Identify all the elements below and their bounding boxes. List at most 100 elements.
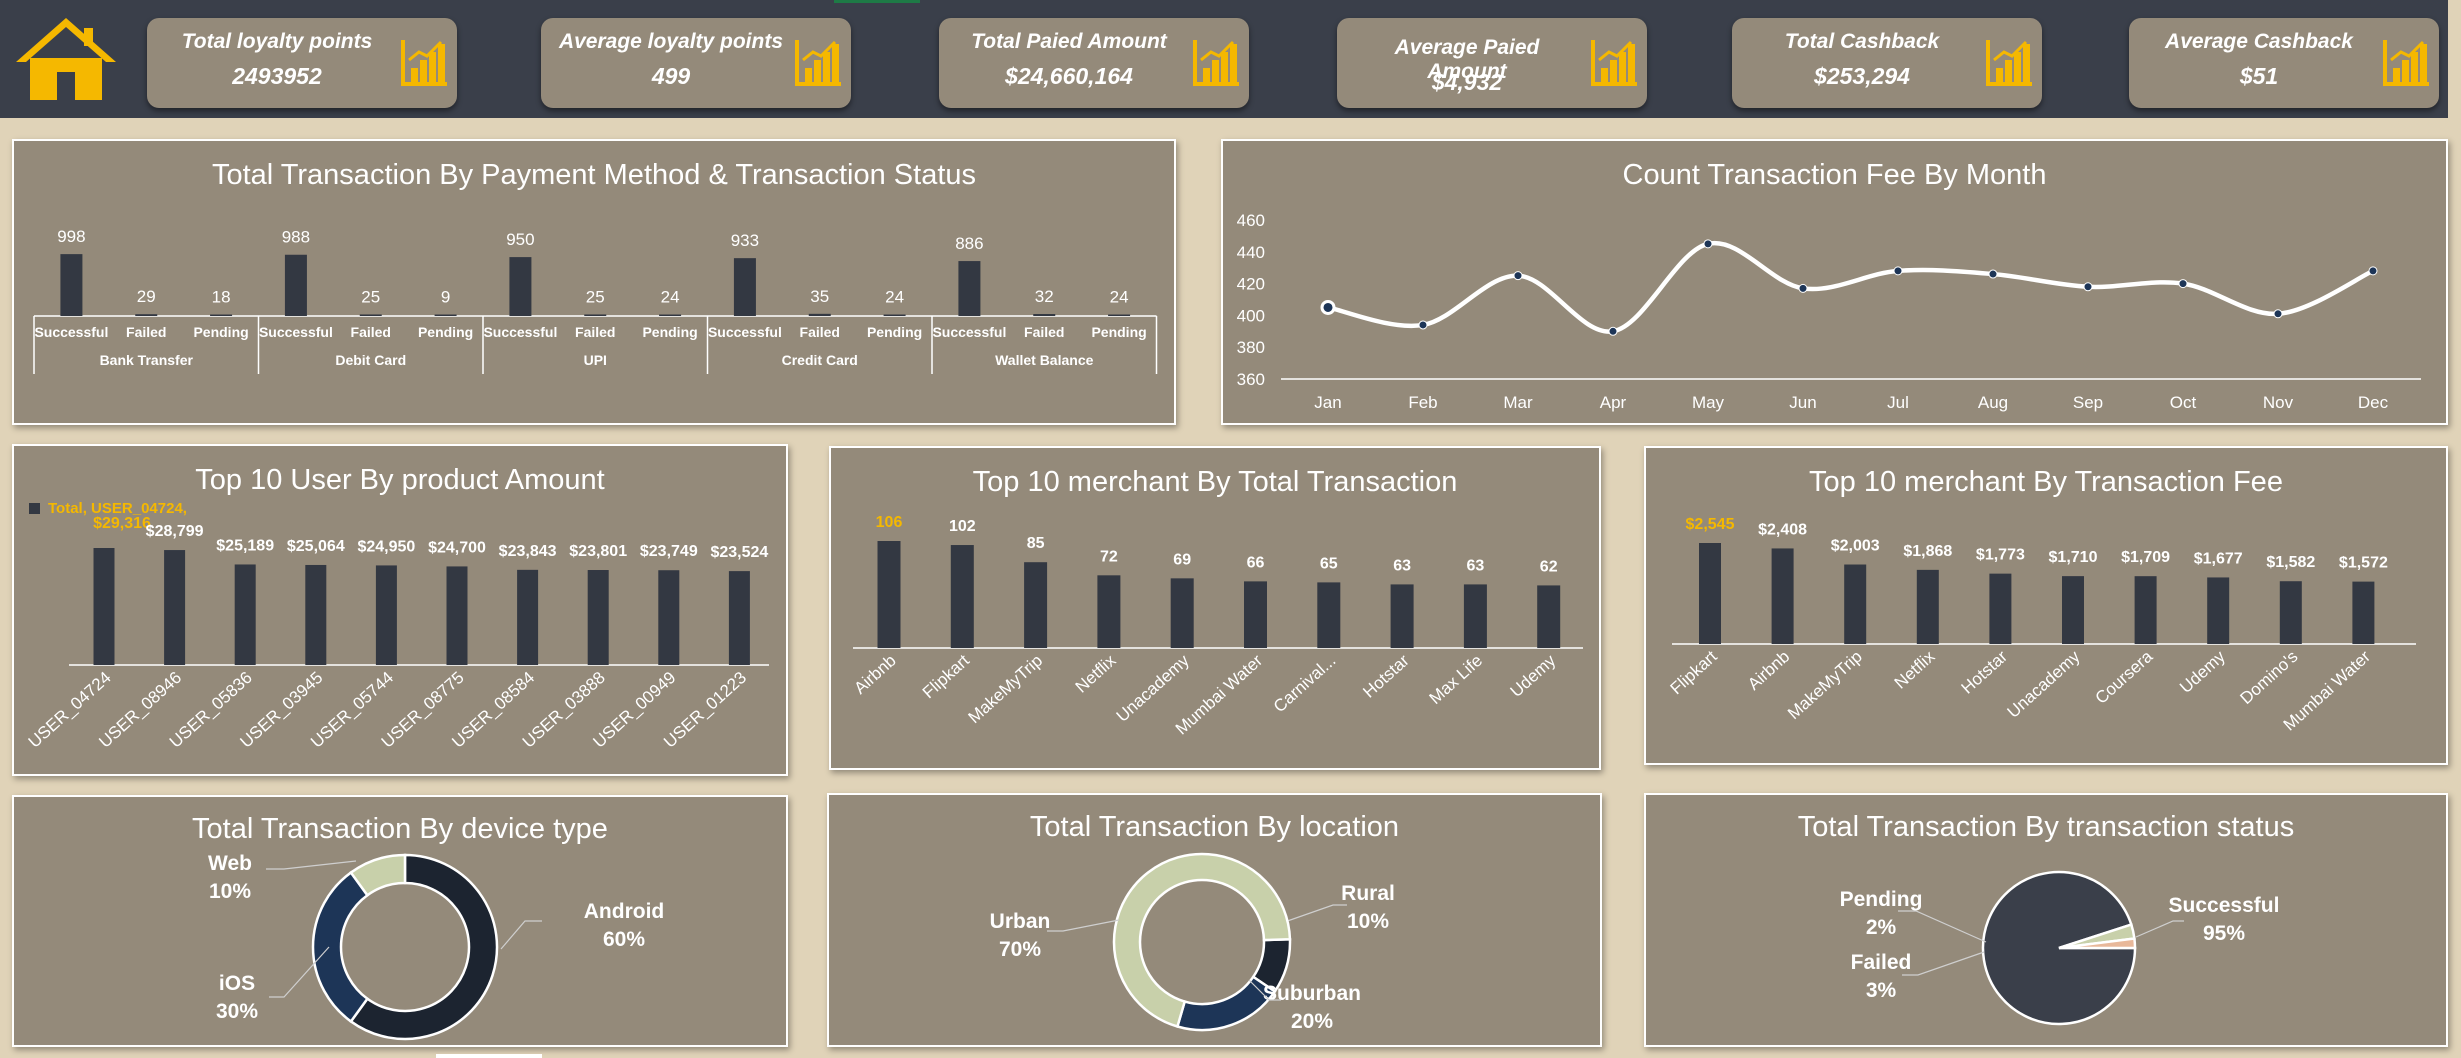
- category-label: Udemy: [2176, 647, 2229, 697]
- slice-name: Rural: [1341, 882, 1395, 905]
- slice-percent: 20%: [1291, 1010, 1333, 1033]
- group-label: Debit Card: [335, 352, 406, 368]
- device-type-chart: Android 60% iOS 30% Web 10%: [208, 852, 664, 1041]
- x-tick-label: Sep: [2073, 393, 2103, 412]
- data-point: [1608, 326, 1618, 336]
- data-point: [1513, 271, 1523, 281]
- x-tick-label: Feb: [1408, 393, 1437, 412]
- bar-chart-icon: [401, 40, 447, 86]
- icon-bar: [420, 60, 427, 82]
- category-label: Unacademy: [1113, 651, 1193, 726]
- top-merchants-panel: Top 10 merchant By Total Transaction 106…: [829, 446, 1601, 770]
- bar-chart-icon: [795, 40, 841, 86]
- kpi-value: $24,660,164: [1005, 63, 1133, 89]
- category-label: Netflix: [1072, 651, 1120, 697]
- icon-bar: [1203, 68, 1210, 82]
- bar: [950, 545, 974, 648]
- category-label: Failed: [1024, 324, 1064, 340]
- bar: [164, 550, 186, 665]
- category-label: Pending: [1091, 324, 1146, 340]
- data-label: 62: [1540, 558, 1558, 575]
- bar: [659, 314, 682, 316]
- icon-trend: [802, 40, 837, 62]
- bar: [587, 570, 609, 665]
- category-label: Airbnb: [850, 651, 899, 698]
- group-label: UPI: [584, 352, 607, 368]
- bar: [509, 257, 532, 316]
- data-label: 106: [876, 514, 903, 531]
- bar: [728, 571, 750, 665]
- icon-bar: [2402, 60, 2409, 82]
- x-tick-label: Oct: [2170, 393, 2197, 412]
- home-icon[interactable]: [14, 14, 118, 104]
- selection-indicator: [834, 0, 920, 3]
- bar: [60, 254, 83, 316]
- leader-line: [1047, 919, 1120, 932]
- slice-name: Android: [584, 900, 664, 923]
- bar-chart-icon: [1591, 40, 1637, 86]
- data-label: 18: [212, 288, 231, 307]
- category-label: Failed: [126, 324, 166, 340]
- icon-bar: [1230, 44, 1237, 82]
- data-label: 63: [1393, 557, 1411, 574]
- data-label: $1,677: [2194, 550, 2243, 567]
- bar: [359, 314, 382, 316]
- icon-bar: [814, 60, 821, 82]
- x-tick-label: Apr: [1600, 393, 1627, 412]
- icon-bar: [1619, 52, 1626, 82]
- category-label: Pending: [642, 324, 697, 340]
- leader-line: [500, 920, 542, 950]
- payment-method-chart: 998 Successful 29 Failed 18 Pending Bank Trans…: [33, 227, 1158, 374]
- category-label: Successful: [483, 324, 557, 340]
- kpi-value: 2493952: [232, 63, 322, 89]
- data-label: 69: [1173, 551, 1191, 568]
- data-point: [2273, 309, 2283, 319]
- bar: [1844, 564, 1867, 644]
- leader-line: [266, 860, 357, 870]
- data-label: $23,749: [640, 543, 698, 560]
- category-label: Carnival...: [1270, 651, 1340, 716]
- series-line: [1327, 240, 2374, 334]
- kpi-card: Average loyalty points 499: [541, 18, 851, 108]
- bar: [1771, 548, 1794, 644]
- kpi-title: Average loyalty points: [558, 30, 784, 53]
- merchant-fee-chart: $2,545 Flipkart $2,408 Airbnb $2,003 MakeMyTr…: [1667, 516, 2416, 735]
- data-point: [1893, 266, 1903, 276]
- data-label: $1,582: [2266, 554, 2315, 571]
- icon-trend: [1200, 40, 1235, 62]
- leader-line: [1898, 910, 1987, 943]
- data-point: [1320, 299, 1336, 315]
- data-label: 933: [731, 231, 759, 250]
- data-label: $28,799: [146, 523, 204, 540]
- y-tick-label: 360: [1237, 370, 1265, 389]
- group-label: Wallet Balance: [995, 352, 1094, 368]
- device-type-panel: Total Transaction By device type Android…: [12, 795, 788, 1047]
- slice-percent: 2%: [1866, 916, 1897, 939]
- category-label: Unacademy: [2004, 647, 2084, 722]
- bar: [733, 258, 756, 316]
- icon-bar: [1628, 44, 1635, 82]
- y-tick-label: 460: [1237, 211, 1265, 230]
- category-label: Netflix: [1891, 647, 1939, 693]
- data-label: $24,700: [428, 539, 486, 556]
- data-label: 29: [137, 287, 156, 306]
- x-tick-label: May: [1692, 393, 1725, 412]
- bar: [2062, 576, 2084, 644]
- category-label: Coursera: [2092, 646, 2157, 707]
- data-label: 63: [1467, 557, 1485, 574]
- monthly-fee-panel: Count Transaction Fee By Month 360 380 400…: [1221, 139, 2448, 425]
- kpi-card: Total Cashback $253,294: [1732, 18, 2042, 108]
- category-label: Hotstar: [1958, 647, 2012, 698]
- data-label: $2,408: [1758, 521, 1807, 538]
- data-point: [1418, 320, 1428, 330]
- data-point: [2083, 282, 2093, 292]
- icon-bar: [2411, 52, 2418, 82]
- bar: [1463, 584, 1487, 648]
- bar: [1024, 562, 1048, 648]
- tooltip-label: Total, USER_04724,: [48, 500, 187, 517]
- sheet-indicator: [436, 1054, 542, 1058]
- data-point: [1798, 283, 1808, 293]
- icon-trend: [2390, 40, 2425, 62]
- pie-slice: [311, 870, 370, 1024]
- y-tick-label: 440: [1237, 243, 1265, 262]
